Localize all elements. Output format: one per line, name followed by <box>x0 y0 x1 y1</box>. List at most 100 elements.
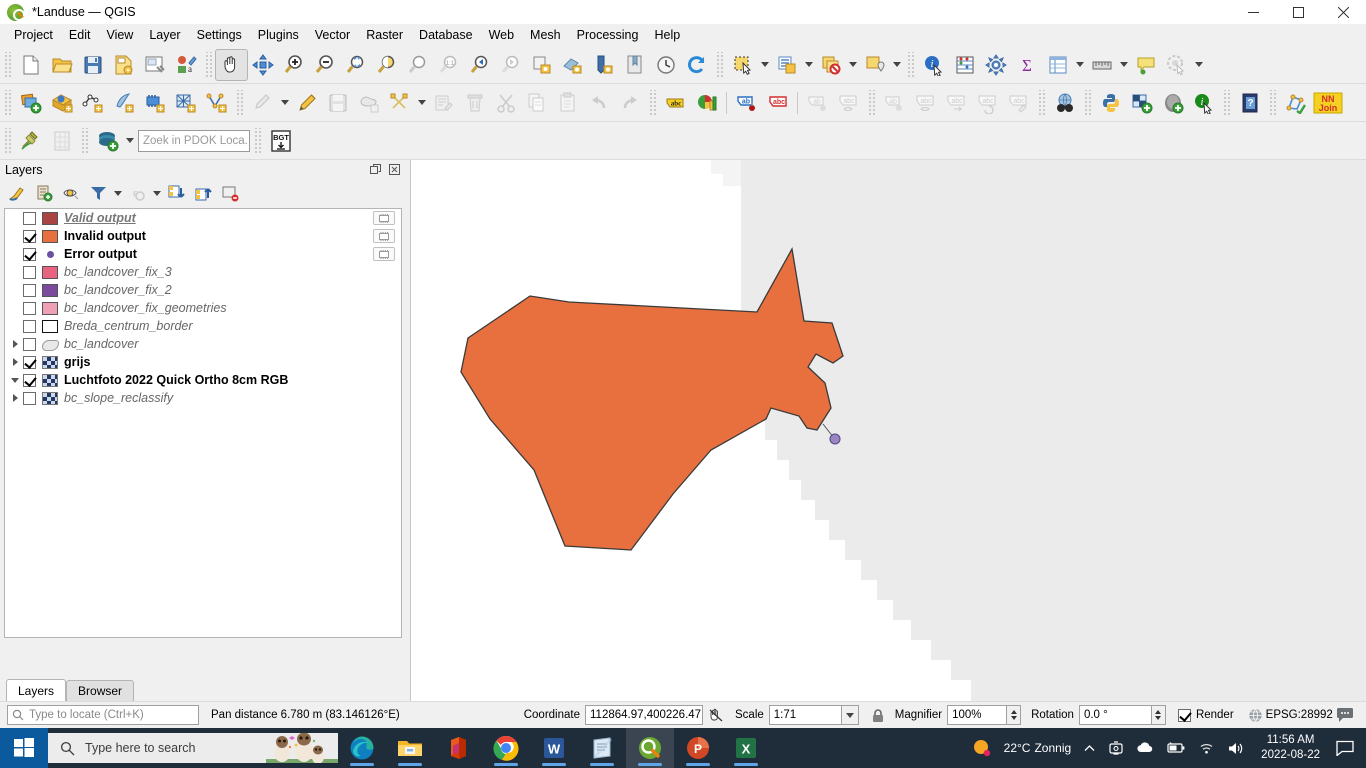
deselect-dropdown-icon[interactable] <box>846 50 859 80</box>
close-panel-icon[interactable] <box>387 163 401 177</box>
layer-tree[interactable]: Valid output Invalid output Error output <box>4 208 402 638</box>
taskbar-app-word[interactable]: W <box>530 728 578 768</box>
menu-web[interactable]: Web <box>481 25 522 45</box>
toggle-mouse-coordinate-icon[interactable] <box>708 707 725 724</box>
toolbar-grip[interactable] <box>1037 89 1046 116</box>
select-by-expression-dropdown-icon[interactable] <box>802 50 815 80</box>
layer-visibility-checkbox[interactable] <box>23 337 36 351</box>
taskbar-app-excel[interactable]: X <box>722 728 770 768</box>
show-hide-labels-icon[interactable]: abc <box>833 88 864 118</box>
taskbar-app-office[interactable] <box>434 728 482 768</box>
magnifier-field[interactable]: 100% <box>947 705 1008 725</box>
unplaced-labels-dropdown-icon[interactable] <box>1192 50 1205 80</box>
toolbar-grip[interactable] <box>1268 89 1277 116</box>
new-map-view-icon[interactable] <box>588 50 619 80</box>
taskbar-app-qgis[interactable] <box>626 728 674 768</box>
render-checkbox[interactable] <box>1177 708 1191 722</box>
bgt-download-icon[interactable]: BGT <box>265 126 296 156</box>
save-layer-edits-icon[interactable] <box>322 88 353 118</box>
pan-to-selection-icon[interactable] <box>247 50 278 80</box>
taskbar-app-notepad[interactable] <box>578 728 626 768</box>
undo-icon[interactable] <box>583 88 614 118</box>
layer-visibility-checkbox[interactable] <box>23 211 36 225</box>
layer-row-luchtfoto-2022[interactable]: Luchtfoto 2022 Quick Ortho 8cm RGB <box>5 371 401 389</box>
identify-features-icon[interactable]: i <box>918 50 949 80</box>
select-by-expression-icon[interactable] <box>771 50 802 80</box>
pdok-search-input[interactable]: Zoek in PDOK Loca... <box>138 129 250 152</box>
expand-all-icon[interactable] <box>163 181 190 205</box>
add-virtual-layer-icon[interactable] <box>108 88 139 118</box>
add-wms-layer-icon[interactable] <box>46 88 77 118</box>
rotation-stepper[interactable] <box>1151 705 1166 725</box>
measure-line-icon[interactable] <box>1086 50 1117 80</box>
delete-selected-icon[interactable] <box>459 88 490 118</box>
statistical-summary-icon[interactable] <box>949 50 980 80</box>
filter-legend-dropdown-icon[interactable] <box>112 181 124 205</box>
menu-project[interactable]: Project <box>6 25 61 45</box>
layer-processing-chip-icon[interactable] <box>373 211 395 225</box>
add-vector-layer-icon[interactable] <box>15 88 46 118</box>
current-edits-dropdown-icon[interactable] <box>278 88 291 118</box>
map-tips-icon[interactable] <box>1130 50 1161 80</box>
move-label-right-icon[interactable]: abc <box>941 88 972 118</box>
pan-map-icon[interactable] <box>215 48 248 81</box>
taskbar-app-edge[interactable] <box>338 728 386 768</box>
layer-row-grijs[interactable]: grijs <box>5 353 401 371</box>
pin-label-2-icon[interactable]: ab <box>879 88 910 118</box>
pdok-dropdown-icon[interactable] <box>123 126 136 156</box>
show-unplaced-labels-icon[interactable] <box>1161 50 1192 80</box>
coordinate-field[interactable]: 112864.97,400226.47 <box>585 705 703 725</box>
taskbar-app-powerpoint[interactable]: P <box>674 728 722 768</box>
select-features-dropdown-icon[interactable] <box>758 50 771 80</box>
plugin-manager-icon[interactable] <box>1126 88 1157 118</box>
magnifier-stepper[interactable] <box>1007 705 1022 725</box>
toolbar-grip[interactable] <box>253 127 262 154</box>
rotate-label-icon[interactable]: abc <box>972 88 1003 118</box>
layer-row-error-output[interactable]: Error output <box>5 245 401 263</box>
maximize-button[interactable] <box>1276 0 1321 24</box>
edit-label-icon[interactable]: abc <box>1003 88 1034 118</box>
measure-dropdown-icon[interactable] <box>1117 50 1130 80</box>
options-icon[interactable] <box>980 50 1011 80</box>
show-hide-labels-2-icon[interactable]: abc <box>910 88 941 118</box>
minimize-button[interactable] <box>1231 0 1276 24</box>
copy-features-icon[interactable] <box>521 88 552 118</box>
postgis-manager-icon[interactable] <box>1157 88 1188 118</box>
current-edits-icon[interactable] <box>247 88 278 118</box>
zoom-native-icon[interactable]: 1:1 <box>433 50 464 80</box>
menu-settings[interactable]: Settings <box>189 25 250 45</box>
help-icon[interactable]: ? <box>1234 88 1265 118</box>
weather-temperature[interactable]: 22°C <box>998 728 1035 768</box>
label-icon[interactable]: abc <box>660 88 691 118</box>
select-by-location-dropdown-icon[interactable] <box>890 50 903 80</box>
collapse-all-icon[interactable] <box>190 181 217 205</box>
nn-join-icon[interactable]: NN Join <box>1311 88 1345 118</box>
layer-visibility-checkbox[interactable] <box>23 301 36 315</box>
menu-edit[interactable]: Edit <box>61 25 99 45</box>
info-plugin-icon[interactable]: i <box>1188 88 1219 118</box>
new-print-layout-icon[interactable] <box>139 50 170 80</box>
taskbar-app-file-explorer[interactable] <box>386 728 434 768</box>
modify-attributes-icon[interactable] <box>428 88 459 118</box>
layer-visibility-checkbox[interactable] <box>23 373 36 387</box>
topology-checker-icon[interactable] <box>1280 88 1311 118</box>
new-project-icon[interactable] <box>15 50 46 80</box>
toolbar-grip[interactable] <box>3 89 12 116</box>
zoom-next-icon[interactable] <box>495 50 526 80</box>
layer-visibility-checkbox[interactable] <box>23 247 36 261</box>
add-group-icon[interactable] <box>31 181 58 205</box>
layer-expander[interactable] <box>7 377 23 383</box>
highlight-labels-icon[interactable]: abc <box>762 88 793 118</box>
toolbar-grip[interactable] <box>235 89 244 116</box>
layer-row-bc-landcover-fix-3[interactable]: bc_landcover_fix_3 <box>5 263 401 281</box>
onedrive-sync-icon[interactable] <box>1102 728 1130 768</box>
layer-visibility-checkbox[interactable] <box>23 355 36 369</box>
add-raster-layer-icon[interactable] <box>170 88 201 118</box>
globe-icon[interactable] <box>1248 708 1263 723</box>
attribute-table-icon[interactable] <box>1042 50 1073 80</box>
bookmarks-icon[interactable] <box>619 50 650 80</box>
layer-row-breda-centrum-border[interactable]: Breda_centrum_border <box>5 317 401 335</box>
rotation-field[interactable]: 0.0 ° <box>1078 705 1152 725</box>
scale-dropdown-icon[interactable] <box>841 705 859 725</box>
sum-icon[interactable]: Σ <box>1011 50 1042 80</box>
